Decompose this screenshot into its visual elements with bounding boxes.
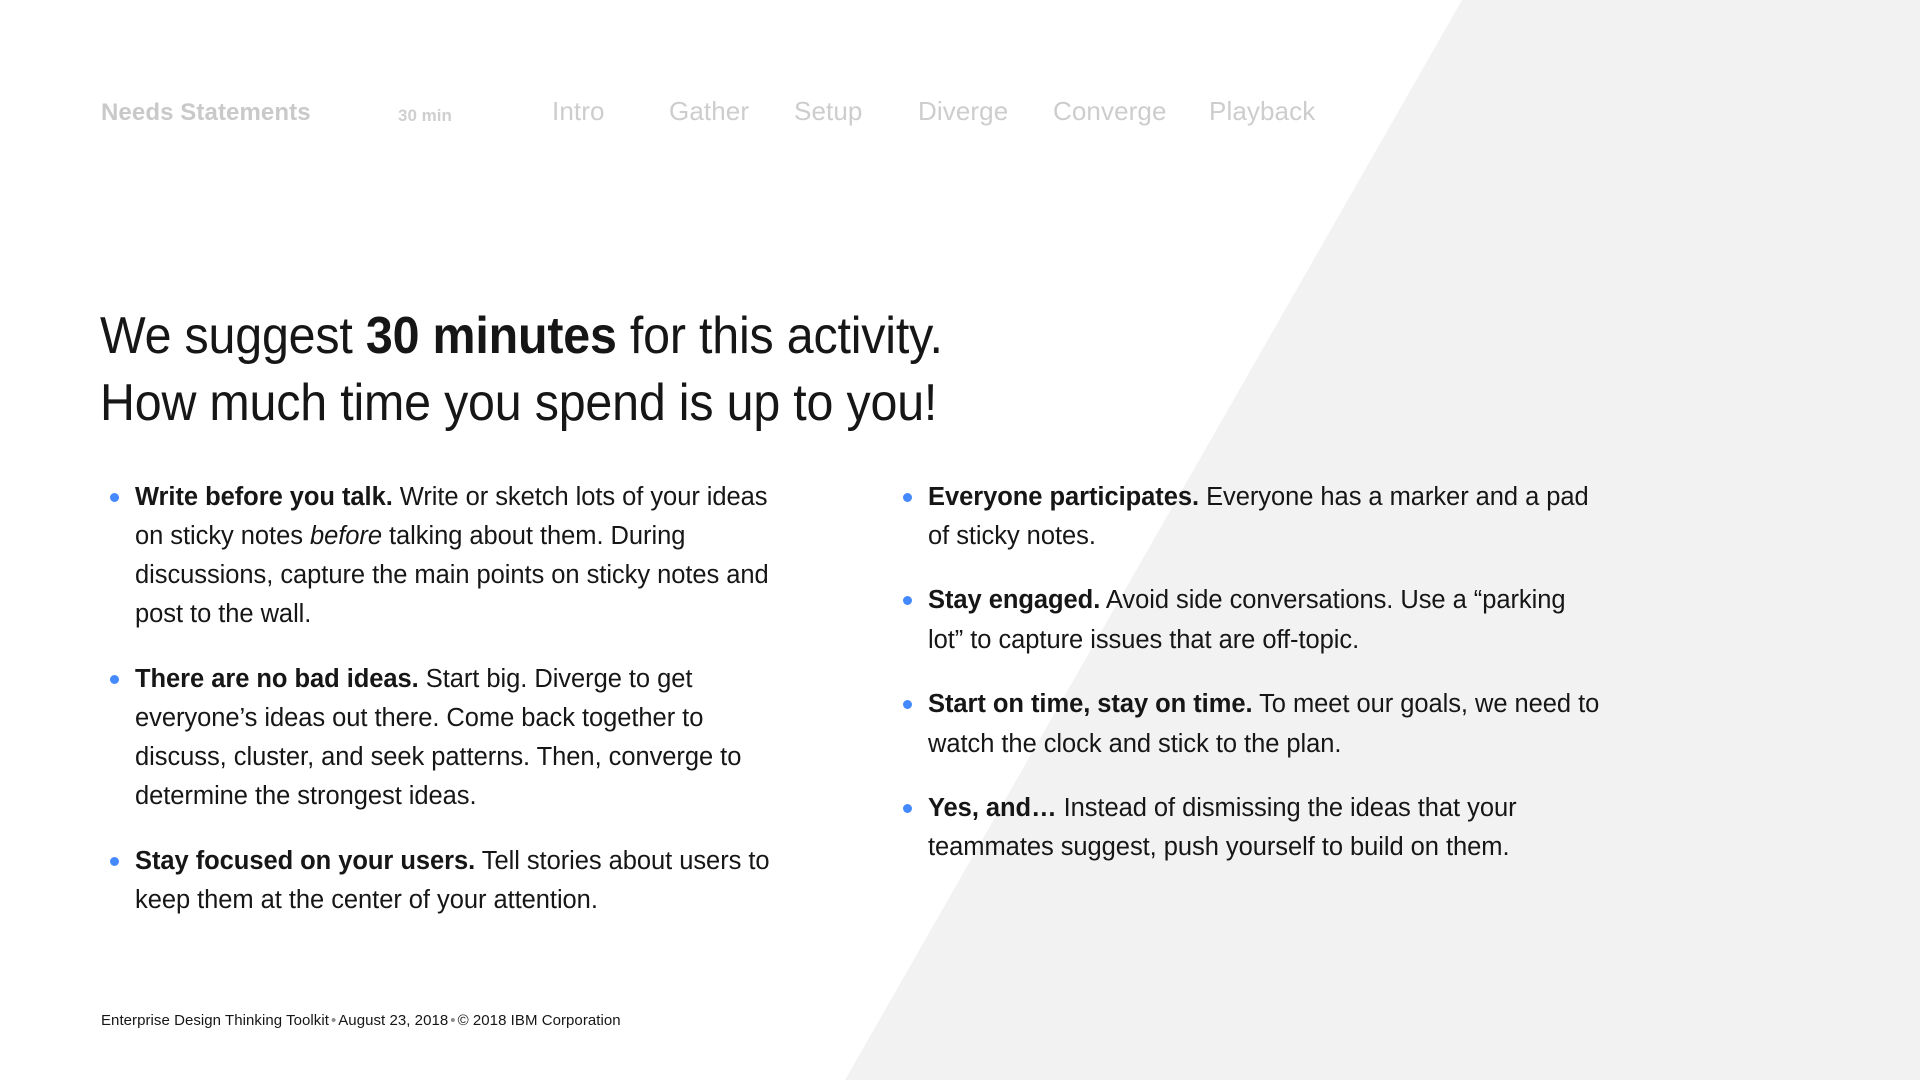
slide-canvas: Needs Statements 30 min Intro Gather Set… [0, 0, 1920, 1080]
list-item: Stay focused on your users. Tell stories… [100, 842, 800, 920]
footer-separator-icon: • [450, 1012, 456, 1029]
footer-separator-icon: • [330, 1012, 337, 1029]
list-item: Yes, and… Instead of dismissing the idea… [893, 789, 1603, 867]
headline-line-1-part-a: We suggest [100, 306, 366, 365]
bullet-dot-icon [110, 857, 119, 867]
headline-line-1-part-c: for this activity. [616, 306, 943, 365]
footer-date: August 23, 2018 [338, 1012, 449, 1029]
bullet-lead: Stay engaged. [928, 586, 1101, 615]
bullet-emphasis: before [309, 521, 382, 550]
bullet-lead: Write before you talk. [135, 482, 393, 511]
list-item: There are no bad ideas. Start big. Diver… [100, 660, 800, 817]
slide-footer: Enterprise Design Thinking Toolkit • Augus… [101, 1011, 621, 1031]
phase-nav-item-setup[interactable]: Setup [794, 96, 918, 127]
bullet-dot-icon [110, 492, 119, 502]
phase-nav-item-gather[interactable]: Gather [669, 96, 794, 127]
footer-copyright: © 2018 IBM Corporation [457, 1012, 621, 1029]
activity-duration-label: 30 min [398, 106, 452, 125]
bullet-lead: Stay focused on your users. [135, 847, 476, 876]
footer-toolkit-name: Enterprise Design Thinking Toolkit [101, 1012, 329, 1029]
list-item: Start on time, stay on time. To meet our… [893, 685, 1603, 763]
right-column: Everyone participates. Everyone has a ma… [893, 452, 1603, 868]
phase-nav-item-intro[interactable]: Intro [552, 96, 669, 127]
headline-emphasis-duration: 30 minutes [365, 306, 617, 365]
activity-title: Needs Statements [101, 99, 311, 126]
bullet-lead: Yes, and… [928, 794, 1057, 823]
bullet-dot-icon [903, 700, 912, 710]
phase-nav-item-converge[interactable]: Converge [1053, 96, 1209, 127]
bullet-dot-icon [903, 804, 912, 814]
left-column: Write before you talk. Write or sketch l… [100, 452, 800, 921]
bullet-dot-icon [110, 674, 119, 684]
bullet-dot-icon [903, 492, 912, 502]
phase-nav: Intro Gather Setup Diverge Converge Play… [552, 96, 1315, 127]
bullet-dot-icon [903, 596, 912, 606]
bullet-lead: Everyone participates. [928, 482, 1200, 511]
headline-line-1: We suggest 30 minutes for this activity. [100, 303, 943, 370]
bullet-lead: There are no bad ideas. [135, 664, 419, 693]
bullet-lead: Start on time, stay on time. [928, 690, 1253, 719]
slide-headline: We suggest 30 minutes for this activity.… [100, 303, 943, 437]
list-item: Everyone participates. Everyone has a ma… [893, 478, 1603, 556]
phase-nav-item-diverge[interactable]: Diverge [918, 96, 1053, 127]
headline-line-2: How much time you spend is up to you! [100, 373, 938, 432]
phase-nav-item-playback[interactable]: Playback [1209, 96, 1315, 127]
slide-header: Needs Statements 30 min Intro Gather Set… [0, 0, 1920, 150]
list-item: Write before you talk. Write or sketch l… [100, 478, 800, 635]
list-item: Stay engaged. Avoid side conversations. … [893, 581, 1603, 659]
